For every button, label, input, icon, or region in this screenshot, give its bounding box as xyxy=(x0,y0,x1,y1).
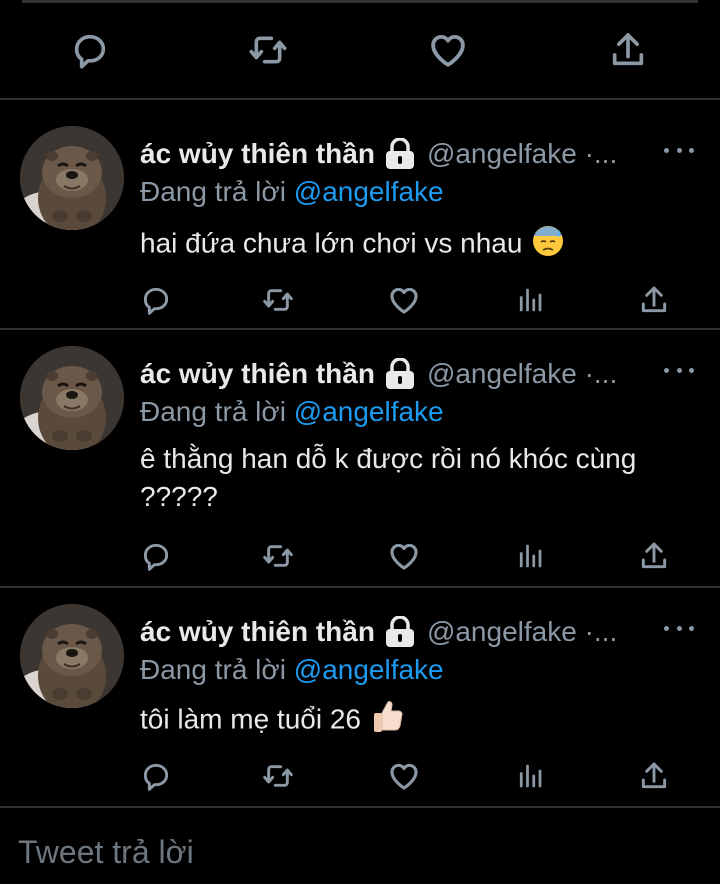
like-icon xyxy=(387,539,421,573)
display-name[interactable]: ác wủy thiên thần xyxy=(140,616,375,648)
share-icon xyxy=(638,540,670,572)
replying-to: Đang trả lời @angelfake xyxy=(140,654,444,686)
mention-link[interactable]: @angelfake xyxy=(294,176,444,207)
like-icon xyxy=(387,283,421,317)
retweet-icon xyxy=(248,30,288,70)
like-icon xyxy=(387,759,421,793)
reply-input[interactable]: Tweet trả lời xyxy=(18,834,194,871)
more-options-button[interactable] xyxy=(664,140,694,160)
share-icon xyxy=(638,284,670,316)
reply-button[interactable] xyxy=(134,754,178,798)
share-icon xyxy=(638,760,670,792)
tweet-text: tôi làm mẹ tuổi 26 xyxy=(140,698,680,744)
avatar[interactable] xyxy=(20,604,124,708)
reply-icon xyxy=(140,540,172,572)
divider xyxy=(0,806,720,808)
tweet-actions xyxy=(0,278,720,318)
share-button[interactable] xyxy=(632,754,676,798)
more-options-button[interactable] xyxy=(664,360,694,380)
replying-to: Đang trả lời @angelfake xyxy=(140,396,444,428)
tweet-actions xyxy=(0,754,720,794)
retweet-icon xyxy=(262,760,294,792)
like-button[interactable] xyxy=(382,278,426,322)
tweet[interactable]: ác wủy thiên thần @angelfake ·... Đang t… xyxy=(0,342,720,584)
avatar[interactable] xyxy=(20,126,124,230)
divider xyxy=(0,586,720,588)
tweet-text-content: tôi làm mẹ tuổi 26 xyxy=(140,703,361,735)
sweat-face-emoji xyxy=(530,222,566,268)
retweet-button[interactable] xyxy=(246,28,290,72)
analytics-icon xyxy=(515,285,545,315)
retweet-button[interactable] xyxy=(256,534,300,578)
reply-icon xyxy=(140,284,172,316)
mention-link[interactable]: @angelfake xyxy=(294,396,444,427)
handle[interactable]: @angelfake ·... xyxy=(427,616,617,648)
avatar[interactable] xyxy=(20,346,124,450)
share-button[interactable] xyxy=(632,278,676,322)
retweet-icon xyxy=(262,284,294,316)
retweet-button[interactable] xyxy=(256,278,300,322)
analytics-icon xyxy=(515,541,545,571)
handle[interactable]: @angelfake ·... xyxy=(427,138,617,170)
reply-button[interactable] xyxy=(134,278,178,322)
share-button[interactable] xyxy=(606,28,650,72)
divider xyxy=(0,98,720,100)
parent-tweet-actions xyxy=(0,28,720,74)
analytics-icon xyxy=(515,761,545,791)
tweet-text-content: hai đứa chưa lớn chơi vs nhau xyxy=(140,227,523,259)
display-name[interactable]: ác wủy thiên thần xyxy=(140,138,375,170)
reply-icon xyxy=(140,760,172,792)
tweet[interactable]: ác wủy thiên thần @angelfake ·... Đang t… xyxy=(0,122,720,328)
tweet[interactable]: ác wủy thiên thần @angelfake ·... Đang t… xyxy=(0,600,720,806)
thumbs-up-emoji xyxy=(369,698,405,744)
replying-prefix: Đang trả lời xyxy=(140,396,286,427)
like-button[interactable] xyxy=(382,754,426,798)
like-button[interactable] xyxy=(382,534,426,578)
reply-button[interactable] xyxy=(134,534,178,578)
tweet-actions xyxy=(0,534,720,574)
reply-icon xyxy=(70,30,110,70)
reply-button[interactable] xyxy=(68,28,112,72)
analytics-button[interactable] xyxy=(508,534,552,578)
tweet-header: ác wủy thiên thần @angelfake ·... xyxy=(140,614,617,650)
tweet-header: ác wủy thiên thần @angelfake ·... xyxy=(140,356,617,392)
divider xyxy=(0,328,720,330)
lock-icon xyxy=(383,138,417,170)
like-icon xyxy=(427,29,469,71)
tweet-text-content: ê thằng han dỗ k được rồi nó khóc cùng ?… xyxy=(140,443,637,512)
analytics-button[interactable] xyxy=(508,754,552,798)
replying-prefix: Đang trả lời xyxy=(140,654,286,685)
tweet-text: hai đứa chưa lớn chơi vs nhau xyxy=(140,222,680,268)
top-divider xyxy=(22,0,698,3)
handle[interactable]: @angelfake ·... xyxy=(427,358,617,390)
tweet-header: ác wủy thiên thần @angelfake ·... xyxy=(140,136,617,172)
replying-prefix: Đang trả lời xyxy=(140,176,286,207)
retweet-button[interactable] xyxy=(256,754,300,798)
analytics-button[interactable] xyxy=(508,278,552,322)
mention-link[interactable]: @angelfake xyxy=(294,654,444,685)
more-options-button[interactable] xyxy=(664,618,694,638)
like-button[interactable] xyxy=(426,28,470,72)
lock-icon xyxy=(383,616,417,648)
share-button[interactable] xyxy=(632,534,676,578)
share-icon xyxy=(608,30,648,70)
lock-icon xyxy=(383,358,417,390)
replying-to: Đang trả lời @angelfake xyxy=(140,176,444,208)
display-name[interactable]: ác wủy thiên thần xyxy=(140,358,375,390)
tweet-text: ê thằng han dỗ k được rồi nó khóc cùng ?… xyxy=(140,440,640,516)
retweet-icon xyxy=(262,540,294,572)
